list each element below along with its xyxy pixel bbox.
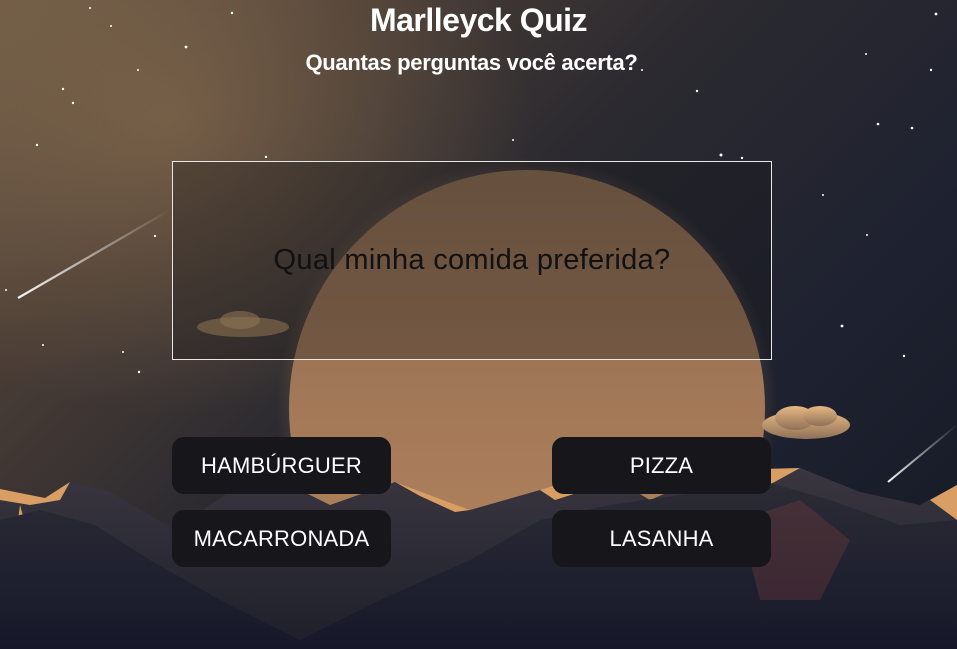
shooting-star-left — [17, 209, 171, 299]
quiz-page: Marlleyck Quiz Quantas perguntas você ac… — [0, 0, 957, 649]
answer-button-hamburguer[interactable]: HAMBÚRGUER — [172, 437, 391, 494]
answer-button-macarronada[interactable]: MACARRONADA — [172, 510, 391, 567]
shooting-star-right — [887, 424, 957, 483]
page-subtitle: Quantas perguntas você acerta? — [305, 50, 638, 75]
answer-button-pizza[interactable]: PIZZA — [552, 437, 771, 494]
page-title: Marlleyck Quiz — [369, 2, 588, 38]
question-box: Qual minha comida preferida? — [172, 161, 772, 360]
answer-button-lasanha[interactable]: LASANHA — [552, 510, 771, 567]
question-text: Qual minha comida preferida? — [273, 244, 671, 276]
